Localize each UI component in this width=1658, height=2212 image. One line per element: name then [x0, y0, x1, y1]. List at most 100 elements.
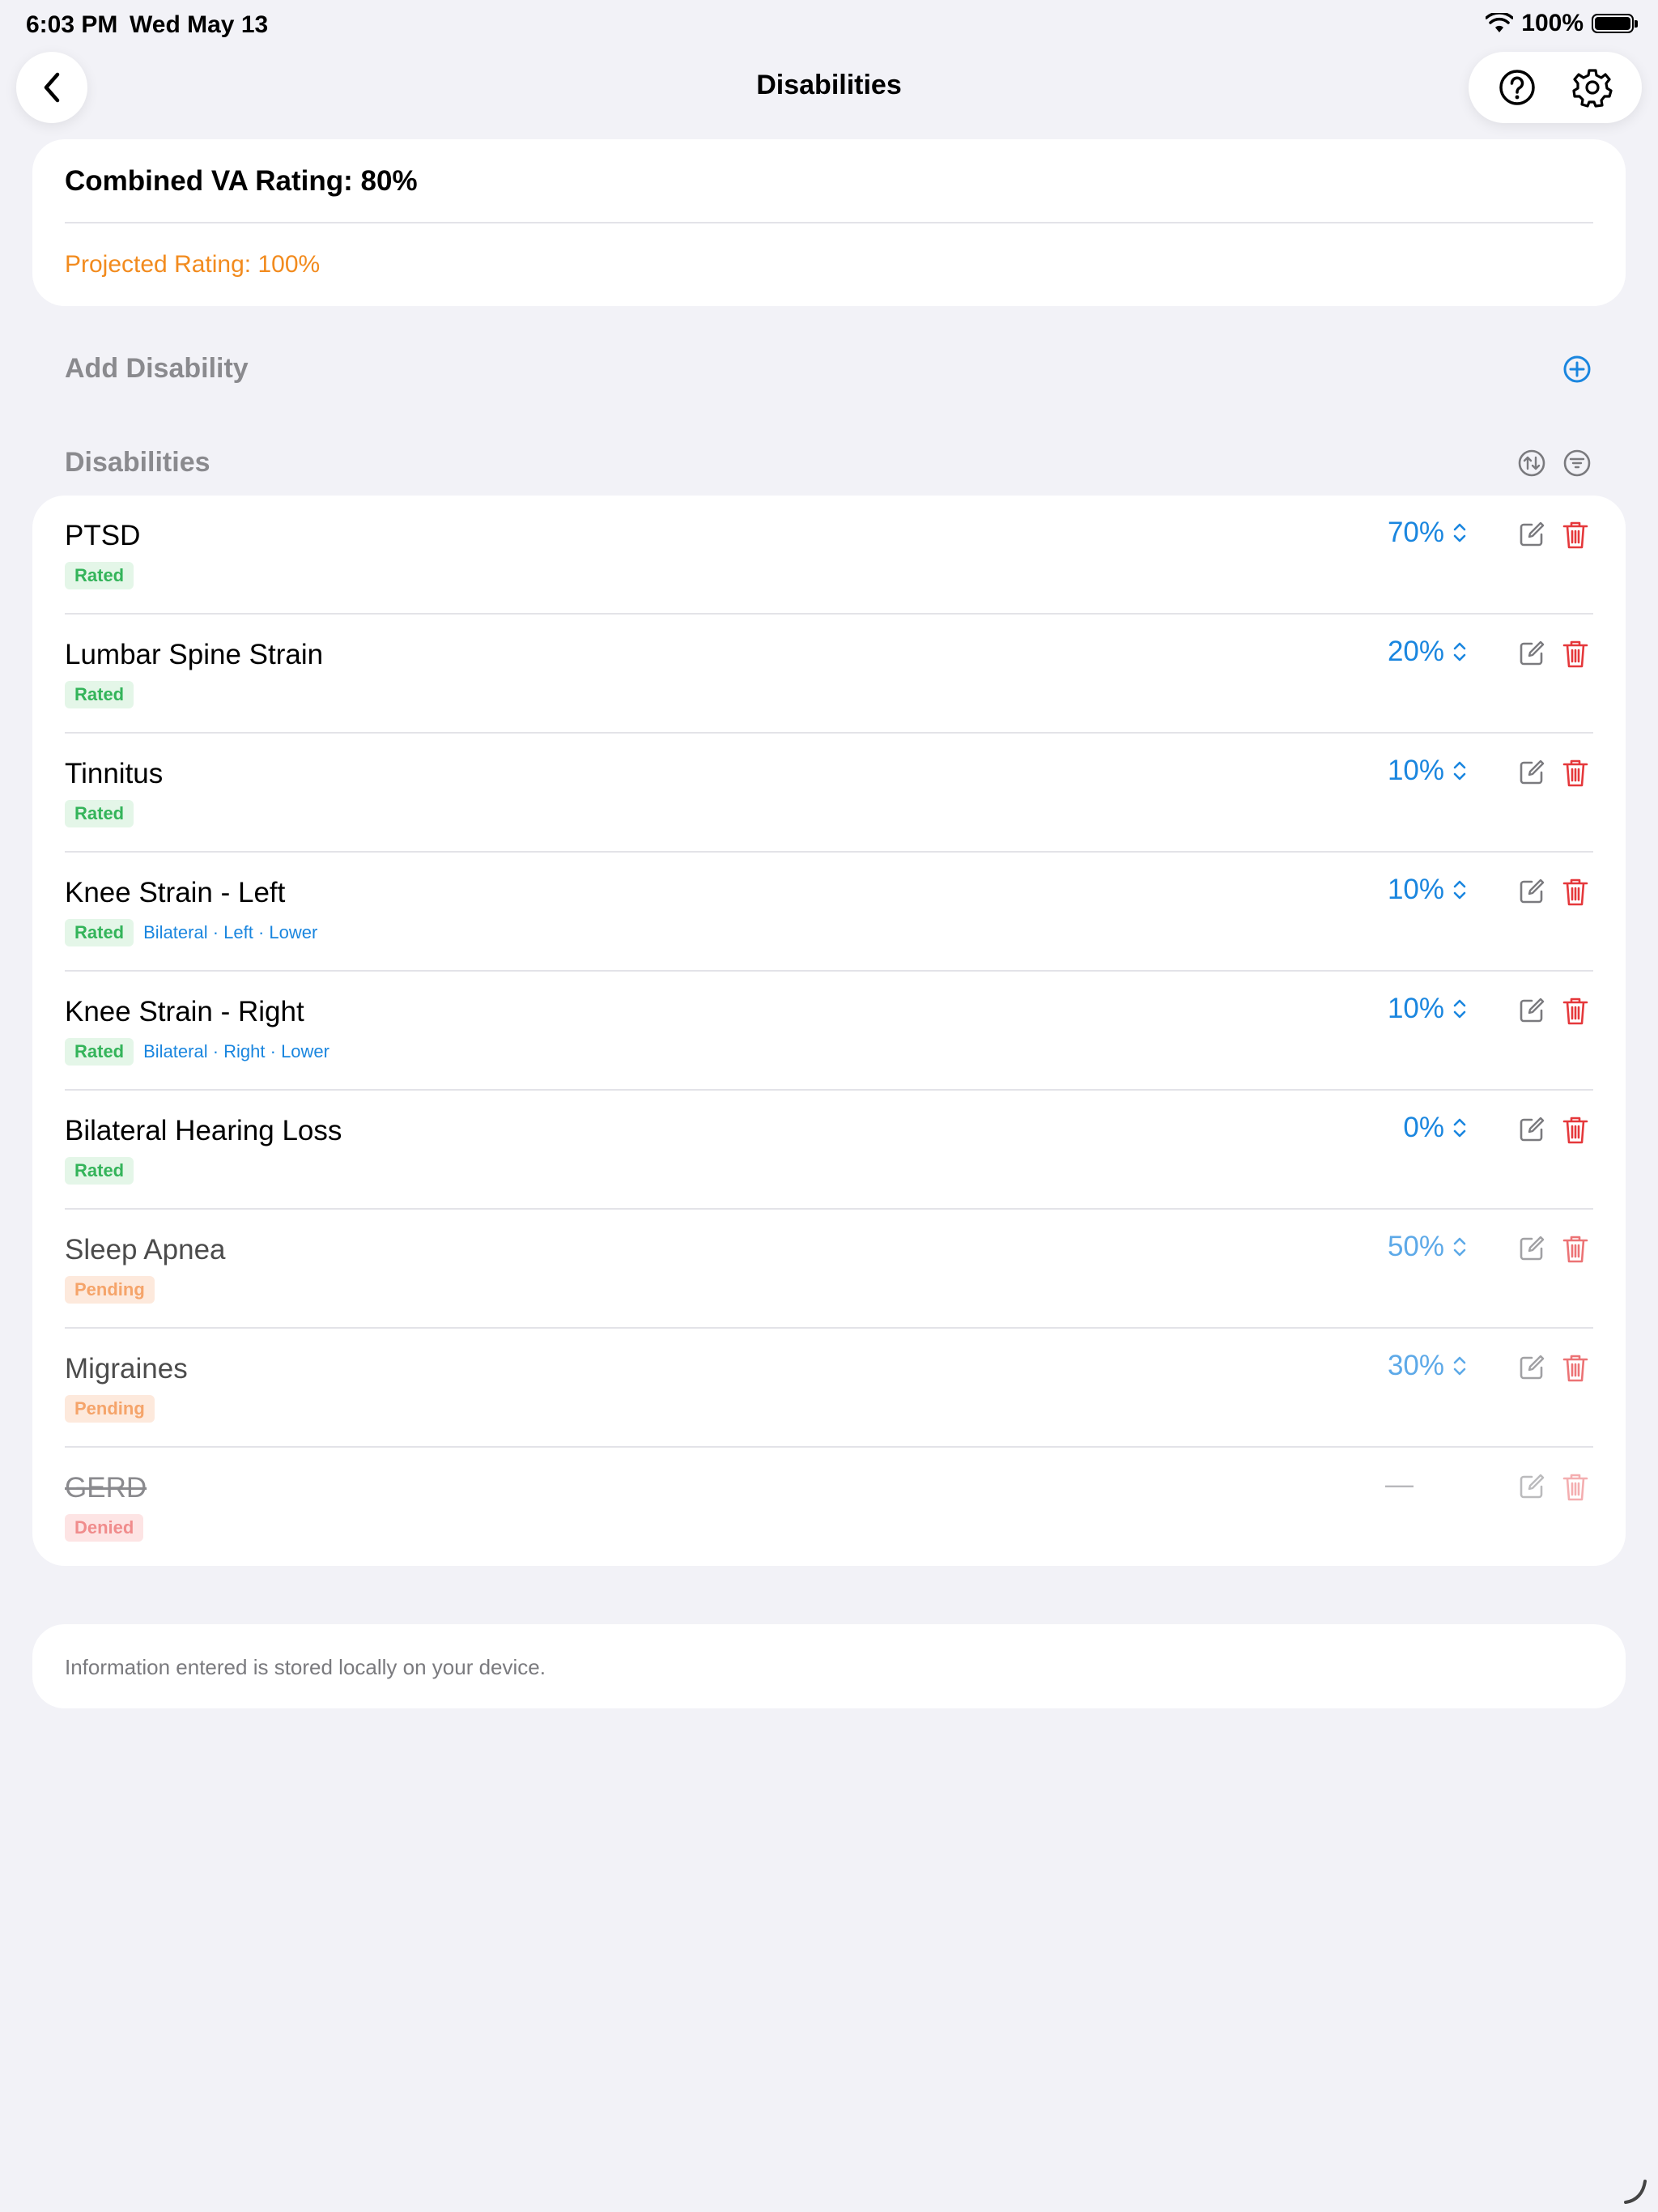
tags: Rated: [65, 681, 134, 708]
status-right: 100%: [1486, 10, 1638, 37]
list-item[interactable]: PTSD Rated 70%: [32, 496, 1626, 615]
tags: Rated: [65, 1157, 134, 1185]
rating-value: 20%: [1387, 636, 1444, 667]
rating-value: 10%: [1387, 993, 1444, 1024]
tags: Pending: [65, 1395, 155, 1423]
trash-icon[interactable]: [1561, 758, 1590, 789]
rating-picker[interactable]: 30%: [1388, 1350, 1467, 1382]
footer-card: Information entered is stored locally on…: [32, 1624, 1626, 1708]
status-badge: Pending: [65, 1276, 155, 1304]
tags: Rated Bilateral · Left · Lower: [65, 919, 317, 946]
combined-rating: Combined VA Rating: 80%: [65, 165, 418, 197]
rating-picker[interactable]: 10%: [1388, 993, 1467, 1025]
edit-icon[interactable]: [1517, 639, 1546, 668]
trash-icon[interactable]: [1561, 1234, 1590, 1265]
trash-icon[interactable]: [1561, 996, 1590, 1027]
disability-name: Migraines: [65, 1353, 188, 1385]
status-badge: Pending: [65, 1395, 155, 1423]
help-icon[interactable]: [1498, 68, 1537, 107]
chevron-up-down-icon: [1453, 642, 1466, 661]
edit-icon[interactable]: [1517, 1472, 1546, 1501]
tags: Rated: [65, 562, 134, 589]
gear-icon[interactable]: [1572, 67, 1613, 108]
disability-name: GERD: [65, 1472, 147, 1504]
nav-actions: [1469, 52, 1642, 123]
status-badge: Rated: [65, 1038, 134, 1066]
list-item[interactable]: Knee Strain - Left Rated Bilateral · Lef…: [32, 853, 1626, 972]
rating-value: 50%: [1387, 1231, 1444, 1262]
rating-value: —: [1385, 1469, 1414, 1500]
rating-value: 30%: [1387, 1350, 1444, 1381]
rating-value: 10%: [1387, 874, 1444, 905]
list-controls: [1517, 449, 1592, 478]
tags: Rated: [65, 800, 134, 827]
edit-icon[interactable]: [1517, 1234, 1546, 1263]
list-item[interactable]: Migraines Pending 30%: [32, 1329, 1626, 1448]
chevron-up-down-icon: [1453, 523, 1466, 542]
status-badge: Rated: [65, 919, 134, 946]
battery-percent: 100%: [1521, 10, 1584, 36]
edit-icon[interactable]: [1517, 877, 1546, 906]
page-title: Disabilities: [756, 70, 902, 100]
storage-note: Information entered is stored locally on…: [65, 1655, 546, 1679]
trash-icon[interactable]: [1561, 520, 1590, 551]
disability-meta: Bilateral · Left · Lower: [143, 922, 318, 942]
trash-icon[interactable]: [1561, 1115, 1590, 1146]
chevron-up-down-icon: [1453, 761, 1466, 781]
disability-name: Lumbar Spine Strain: [65, 639, 324, 670]
list-item[interactable]: GERD Denied —: [32, 1448, 1626, 1567]
edit-icon[interactable]: [1517, 1353, 1546, 1382]
chevron-up-down-icon: [1453, 880, 1466, 900]
edit-icon[interactable]: [1517, 758, 1546, 787]
rating-picker[interactable]: 10%: [1388, 755, 1467, 787]
rating-picker[interactable]: 70%: [1388, 517, 1467, 549]
disability-name: Knee Strain - Left: [65, 877, 286, 908]
disabilities-list: PTSD Rated 70% Lumbar Spine Strain Rated…: [32, 496, 1626, 1566]
list-item[interactable]: Lumbar Spine Strain Rated 20%: [32, 615, 1626, 734]
tags: Pending: [65, 1276, 155, 1304]
status-badge: Rated: [65, 800, 134, 827]
trash-icon[interactable]: [1561, 1472, 1590, 1503]
disability-name: Tinnitus: [65, 758, 164, 789]
rating-value: 10%: [1387, 755, 1444, 786]
disabilities-section-label: Disabilities: [65, 447, 210, 478]
list-item[interactable]: Sleep Apnea Pending 50%: [32, 1210, 1626, 1329]
status-badge: Rated: [65, 562, 134, 589]
add-disability-label[interactable]: Add Disability: [65, 353, 249, 385]
trash-icon[interactable]: [1561, 877, 1590, 908]
list-item[interactable]: Knee Strain - Right Rated Bilateral · Ri…: [32, 972, 1626, 1091]
chevron-up-down-icon: [1453, 1118, 1466, 1138]
rating-value: 0%: [1403, 1112, 1444, 1143]
list-item[interactable]: Tinnitus Rated 10%: [32, 734, 1626, 853]
chevron-up-down-icon: [1453, 1356, 1466, 1376]
list-item[interactable]: Bilateral Hearing Loss Rated 0%: [32, 1091, 1626, 1210]
rating-value: 70%: [1387, 517, 1444, 548]
divider: [65, 222, 1593, 223]
rating-picker[interactable]: 20%: [1388, 636, 1467, 668]
trash-icon[interactable]: [1561, 639, 1590, 670]
edit-icon[interactable]: [1517, 1115, 1546, 1144]
status-badge: Rated: [65, 1157, 134, 1185]
sort-icon[interactable]: [1517, 449, 1546, 478]
disability-name: Sleep Apnea: [65, 1234, 226, 1266]
battery-icon: [1592, 14, 1638, 33]
status-date: Wed May 13: [130, 11, 269, 38]
wifi-icon: [1486, 13, 1514, 32]
rating-picker[interactable]: 10%: [1388, 874, 1467, 906]
rating-picker[interactable]: 0%: [1403, 1112, 1467, 1144]
projected-rating: Projected Rating: 100%: [65, 251, 321, 278]
trash-icon[interactable]: [1561, 1353, 1590, 1384]
status-badge: Rated: [65, 681, 134, 708]
add-circle-icon[interactable]: [1562, 355, 1592, 384]
resize-handle-icon[interactable]: [1619, 2175, 1652, 2207]
tags: Rated Bilateral · Right · Lower: [65, 1038, 329, 1066]
rating-picker[interactable]: 50%: [1388, 1231, 1467, 1263]
filter-icon[interactable]: [1562, 449, 1592, 478]
status-time: 6:03 PM: [26, 11, 118, 38]
disability-name: PTSD: [65, 520, 141, 551]
edit-icon[interactable]: [1517, 996, 1546, 1025]
edit-icon[interactable]: [1517, 520, 1546, 549]
chevron-up-down-icon: [1453, 1237, 1466, 1257]
disability-name: Bilateral Hearing Loss: [65, 1115, 342, 1146]
tags: Denied: [65, 1514, 144, 1542]
